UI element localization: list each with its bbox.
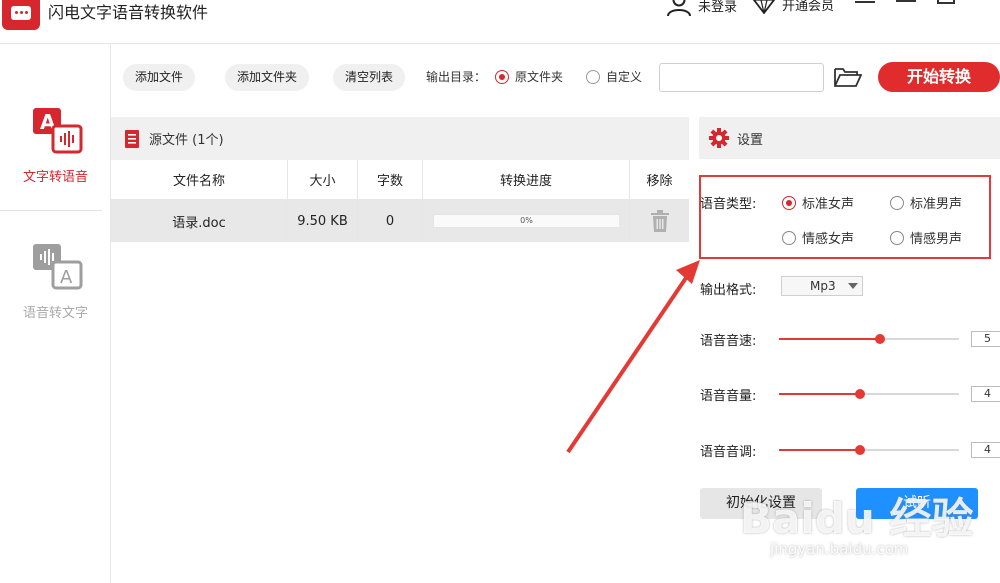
pitch-slider[interactable] <box>779 443 959 457</box>
speed-label: 语音音速: <box>700 334 757 349</box>
watermark-url: jingyan.baidu.com <box>770 540 909 558</box>
text-to-speech-icon: A <box>31 106 82 156</box>
app-window: 闪电文字语音转换软件 未登录 开通会员 A 文字转语音 A 语音转文字 添加文件… <box>0 0 1000 583</box>
settings-header: 设置 <box>699 117 1000 159</box>
settings-title: 设置 <box>737 132 764 148</box>
file-size-cell: 9.50 KB <box>288 200 358 242</box>
output-path-input[interactable] <box>659 63 824 92</box>
chevron-down-icon <box>848 283 858 289</box>
sidebar-divider <box>0 210 102 211</box>
clear-list-button[interactable]: 清空列表 <box>333 64 406 91</box>
radio-label: 情感女声 <box>802 232 855 247</box>
output-format-label: 输出格式: <box>700 283 757 298</box>
radio-dot <box>782 195 796 210</box>
folder-open-icon[interactable] <box>834 66 862 88</box>
remove-cell <box>630 200 689 242</box>
slider-knob[interactable] <box>855 389 865 399</box>
diamond-icon <box>752 0 776 14</box>
login-button[interactable]: 未登录 <box>666 0 737 16</box>
gear-icon <box>709 128 729 148</box>
radio-custom-folder[interactable]: 自定义 <box>586 68 642 85</box>
progress-bar: 0% <box>433 214 619 228</box>
document-icon <box>125 129 139 148</box>
menu-icon[interactable] <box>853 0 877 12</box>
radio-dot <box>586 69 600 84</box>
char-count-cell: 0 <box>358 200 423 242</box>
file-panel-header: 源文件 (1个) <box>111 117 689 160</box>
column-header: 转换进度 <box>423 160 630 199</box>
radio-dot <box>495 69 509 84</box>
vip-button[interactable]: 开通会员 <box>752 0 834 14</box>
speech-to-text-icon: A <box>31 242 82 292</box>
maximize-icon[interactable] <box>934 0 958 12</box>
table-header: 文件名称 大小 字数 转换进度 移除 <box>111 160 689 200</box>
radio-dot <box>890 230 904 245</box>
sidebar-item-speech-to-text[interactable]: A 语音转文字 <box>0 242 111 321</box>
column-header: 字数 <box>358 160 423 199</box>
radio-dot <box>890 195 904 210</box>
radio-label: 原文件夹 <box>515 70 564 84</box>
radio-voice-standard-female[interactable]: 标准女声 <box>782 193 854 212</box>
slider-knob[interactable] <box>855 445 865 455</box>
minimize-icon[interactable] <box>894 0 918 12</box>
radio-source-folder[interactable]: 原文件夹 <box>495 68 563 85</box>
output-format-select[interactable]: Mp3 <box>781 276 863 296</box>
file-panel: 源文件 (1个) 文件名称 大小 字数 转换进度 移除 语录.doc 9.50 … <box>111 117 689 583</box>
radio-label: 情感男声 <box>910 232 963 247</box>
table-row[interactable]: 语录.doc 9.50 KB 0 0% <box>111 200 689 242</box>
output-dir-label: 输出目录： <box>426 70 487 84</box>
title-bar: 闪电文字语音转换软件 未登录 开通会员 <box>0 0 1000 44</box>
output-format-value: Mp3 <box>810 279 836 293</box>
user-icon <box>667 0 691 16</box>
app-title: 闪电文字语音转换软件 <box>48 3 209 22</box>
progress-label: 0% <box>520 216 533 225</box>
file-name-cell: 语录.doc <box>111 200 288 242</box>
speed-slider[interactable] <box>779 332 959 346</box>
watermark-brand: Baidu 经验 <box>740 494 974 543</box>
progress-cell: 0% <box>423 200 630 242</box>
svg-text:A: A <box>60 267 73 288</box>
speed-value-box[interactable]: 5 <box>971 331 1000 347</box>
column-header: 大小 <box>288 160 358 199</box>
volume-value-box[interactable]: 4 <box>971 386 1000 402</box>
sidebar: A 文字转语音 A 语音转文字 <box>0 44 111 583</box>
add-file-button[interactable]: 添加文件 <box>123 64 196 91</box>
column-header: 移除 <box>646 174 673 189</box>
trash-icon[interactable] <box>650 210 669 232</box>
slider-knob[interactable] <box>874 334 885 344</box>
radio-voice-standard-male[interactable]: 标准男声 <box>890 193 962 212</box>
radio-voice-emotional-female[interactable]: 情感女声 <box>782 228 854 247</box>
radio-label: 标准女声 <box>802 197 855 212</box>
pitch-value-box[interactable]: 4 <box>971 442 1000 458</box>
login-label: 未登录 <box>698 0 738 15</box>
sidebar-item-label: 语音转文字 <box>22 306 88 321</box>
volume-slider[interactable] <box>779 387 959 401</box>
radio-label: 自定义 <box>606 70 643 84</box>
radio-label: 标准男声 <box>910 197 963 212</box>
add-folder-button[interactable]: 添加文件夹 <box>225 64 310 91</box>
radio-dot <box>782 230 796 245</box>
vip-label: 开通会员 <box>782 0 835 14</box>
toolbar: 添加文件 添加文件夹 清空列表 输出目录： 原文件夹 自定义 开始转换 <box>111 44 1000 112</box>
start-convert-button[interactable]: 开始转换 <box>878 62 1000 92</box>
sidebar-item-label: 文字转语音 <box>22 170 88 185</box>
radio-voice-emotional-male[interactable]: 情感男声 <box>890 228 962 247</box>
app-logo-icon <box>2 0 40 30</box>
volume-label: 语音音量: <box>700 389 757 404</box>
file-panel-title: 源文件 (1个) <box>149 133 224 148</box>
column-header: 文件名称 <box>111 160 288 199</box>
pitch-label: 语音音调: <box>700 445 757 460</box>
voice-type-label: 语音类型: <box>700 197 757 212</box>
sidebar-item-text-to-speech[interactable]: A 文字转语音 <box>0 106 111 185</box>
